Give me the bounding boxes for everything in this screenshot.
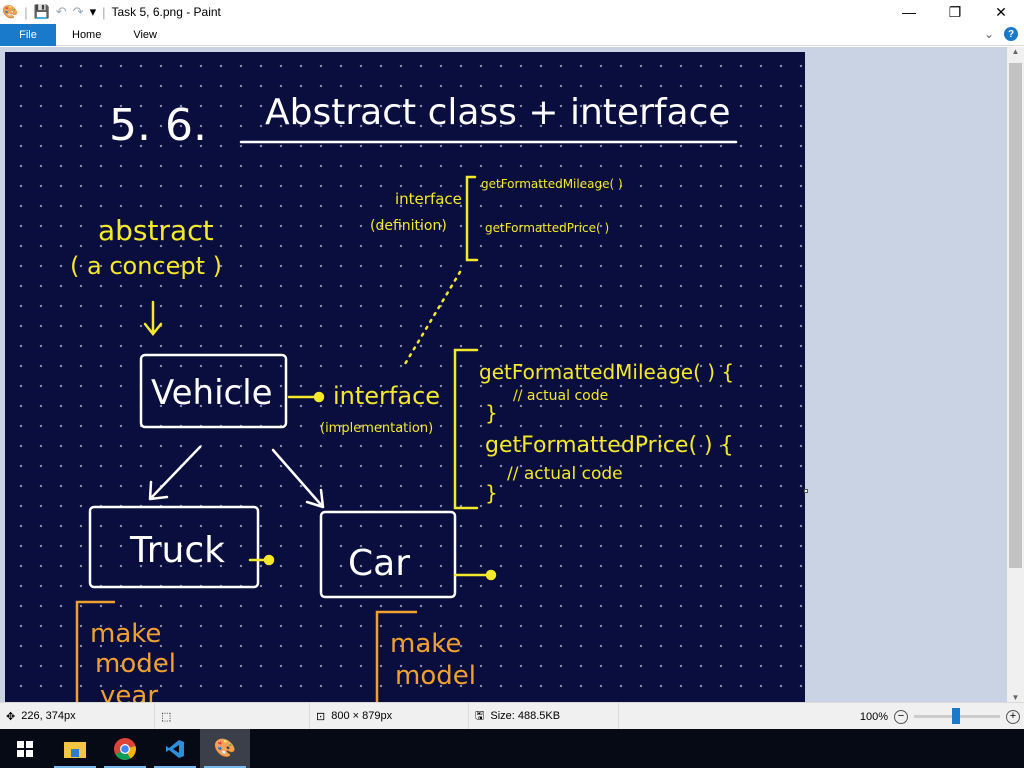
implementation-bracket	[453, 348, 479, 510]
start-button[interactable]	[0, 729, 50, 768]
impl-line: // actual code	[507, 464, 623, 484]
zoom-in-button[interactable]: +	[1006, 709, 1020, 724]
impl-line: // actual code	[513, 388, 608, 404]
heading-text: Abstract class + interface	[265, 92, 731, 133]
windows-icon	[17, 740, 33, 757]
file-explorer-button[interactable]	[50, 729, 100, 768]
minimize-button[interactable]: —	[886, 0, 932, 24]
vscode-icon	[166, 739, 184, 758]
image-size: 800 × 879px	[331, 710, 393, 722]
tab-home[interactable]: Home	[56, 24, 117, 46]
folder-icon	[64, 741, 86, 758]
definition-bracket	[465, 175, 479, 262]
arrow-to-car	[271, 448, 325, 509]
paint-button[interactable]: 🎨	[200, 729, 250, 768]
zoom-level: 100%	[859, 710, 888, 723]
impl-line: }	[485, 401, 498, 425]
drawing: 5. 6. Abstract class + interface Vehicle…	[70, 92, 738, 702]
canvas-workspace: 5. 6. Abstract class + interface Vehicle…	[0, 47, 1007, 702]
taskbar: 🎨	[0, 729, 1024, 768]
vscode-button[interactable]	[150, 729, 200, 768]
paint-app-icon[interactable]: 🎨	[2, 4, 18, 20]
selection-size-icon: ⬚	[161, 710, 172, 723]
chrome-button[interactable]	[100, 729, 150, 768]
car-field: make	[390, 629, 461, 659]
def-method: getFormattedPrice( )	[485, 221, 609, 235]
canvas-resize-handle[interactable]	[804, 489, 808, 493]
interface-impl-sub: (implementation)	[320, 421, 433, 436]
impl-line: getFormattedPrice( ) {	[485, 433, 734, 458]
vehicle-label: Vehicle	[151, 373, 273, 413]
status-bar: ✥ 226, 374px ⬚ ⊡ 800 × 879px 🖫 Size: 488.5K…	[0, 702, 1024, 729]
file-size-icon: 🖫	[475, 709, 485, 722]
chrome-icon	[114, 737, 136, 760]
help-icon[interactable]: ?	[1004, 27, 1018, 41]
collapse-ribbon-icon[interactable]: ⌄	[984, 27, 994, 41]
zoom-slider[interactable]	[914, 708, 1000, 724]
cursor-position-icon: ✥	[6, 710, 16, 723]
undo-icon[interactable]: ↶	[56, 4, 67, 20]
car-field: model	[395, 661, 476, 691]
interface-impl-label: interface	[333, 382, 440, 410]
truck-field: year	[100, 681, 158, 702]
dotted-link	[403, 270, 462, 366]
customize-quick-access-icon[interactable]: ▾	[90, 4, 97, 20]
interface-def-label: interface	[395, 190, 462, 208]
arrow-abstract-to-vehicle	[143, 300, 163, 337]
ribbon: File Home View ⌄ ?	[0, 23, 1024, 46]
vehicle-interface-dot	[313, 391, 325, 403]
window-title: Task 5, 6.png - Paint	[111, 5, 221, 19]
vertical-scrollbar[interactable]: ▲ ▼	[1007, 47, 1024, 702]
title-bar: 🎨 | 💾 ↶ ↷ ▾ | Task 5, 6.png - Paint — ❐ …	[0, 0, 1024, 24]
truck-field: model	[95, 649, 176, 679]
arrow-to-truck	[148, 445, 202, 501]
tab-view[interactable]: View	[117, 24, 173, 46]
file-size: Size: 488.5KB	[490, 710, 561, 722]
close-button[interactable]: ✕	[978, 0, 1024, 24]
zoom-out-button[interactable]: −	[894, 709, 908, 724]
car-label: Car	[348, 543, 410, 584]
zoom-slider-knob[interactable]	[952, 708, 960, 724]
image-size-icon: ⊡	[316, 710, 326, 723]
redo-icon[interactable]: ↷	[73, 4, 84, 20]
paint-icon: 🎨	[213, 738, 237, 758]
truck-label: Truck	[129, 530, 225, 571]
truck-field: make	[90, 619, 161, 649]
impl-line: getFormattedMileage( ) {	[479, 360, 734, 384]
abstract-label: abstract	[98, 214, 214, 247]
canvas[interactable]: 5. 6. Abstract class + interface Vehicle…	[5, 52, 805, 702]
maximize-button[interactable]: ❐	[932, 0, 978, 24]
save-icon[interactable]: 💾	[34, 4, 50, 20]
heading-number: 5. 6.	[109, 100, 207, 151]
interface-def-sub: (definition)	[370, 218, 447, 234]
cursor-position: 226, 374px	[21, 710, 76, 722]
tab-file[interactable]: File	[0, 23, 56, 46]
def-method: getFormattedMileage( )	[481, 177, 623, 191]
abstract-sub: ( a concept )	[70, 252, 222, 280]
scrollbar-thumb[interactable]	[1009, 63, 1022, 568]
impl-line: }	[485, 481, 498, 505]
